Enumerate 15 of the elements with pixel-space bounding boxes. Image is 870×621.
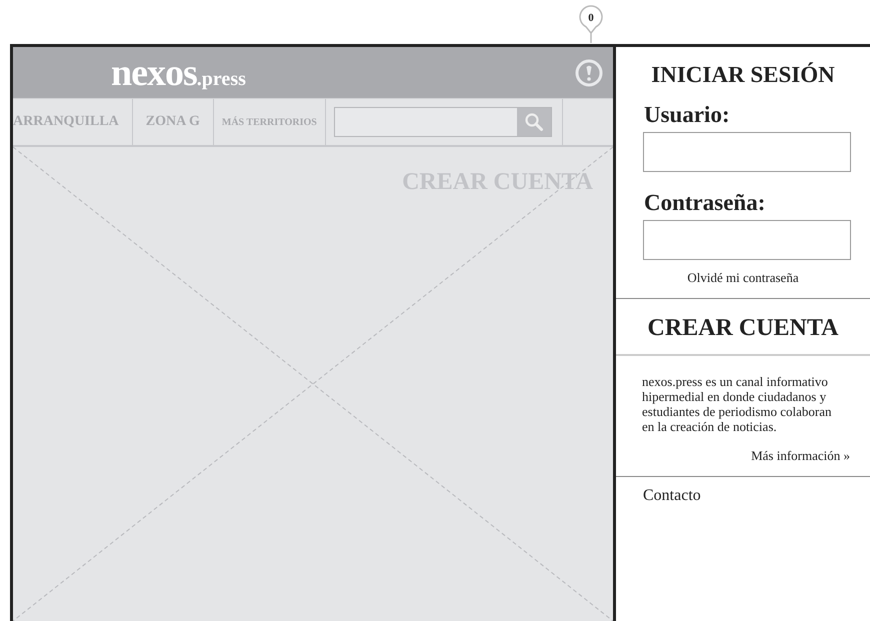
field-label: Contraseña:	[644, 190, 766, 216]
forgot-password-link[interactable]: Olvidé mi contraseña	[616, 270, 870, 286]
search-field[interactable]	[334, 107, 552, 137]
contact-link[interactable]: Contacto	[643, 487, 870, 505]
signup-title: CREAR CUENTA	[646, 314, 840, 343]
search-button[interactable]	[516, 108, 551, 136]
field-label: Usuario:	[644, 102, 731, 128]
alert-icon[interactable]	[575, 59, 603, 87]
logo: nexos.press	[111, 50, 246, 94]
description-text: nexos.press es un canal informativo hipermedial en donde ciudadanos y estudiantes de periodismo colaboran en la creación de noticias.	[642, 374, 833, 434]
input-field[interactable]	[643, 220, 851, 260]
input-field[interactable]	[643, 132, 851, 172]
login-title: INICIAR SESIÓN	[650, 61, 836, 88]
search-icon	[524, 112, 544, 132]
more-info-link[interactable]: Más información »	[616, 448, 850, 464]
